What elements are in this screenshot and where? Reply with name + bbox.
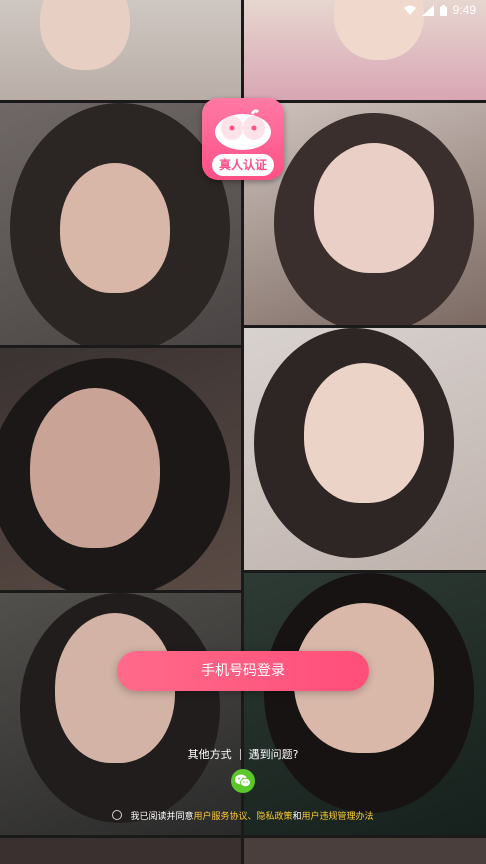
phone-login-button[interactable]: 手机号码登录	[117, 651, 369, 691]
profile-photo	[0, 593, 241, 835]
privacy-policy-link[interactable]: 隐私政策	[257, 809, 293, 822]
profile-photo	[0, 838, 241, 864]
profile-photo	[0, 0, 241, 100]
logo-label: 真人认证	[212, 154, 274, 176]
app-logo: 真人认证	[202, 98, 284, 180]
signal-icon	[421, 4, 434, 16]
help-link[interactable]: 遇到问题?	[249, 746, 299, 762]
profile-photo	[244, 328, 486, 570]
chat-bubble-icon	[215, 109, 271, 150]
wechat-login-button[interactable]	[231, 769, 255, 793]
conduct-rules-link[interactable]: 用户违规管理办法	[302, 809, 374, 822]
battery-icon	[439, 4, 447, 16]
wechat-icon	[235, 774, 251, 788]
user-agreement-link[interactable]: 用户服务协议	[193, 809, 247, 822]
divider	[239, 748, 241, 760]
profile-photo	[244, 573, 486, 835]
status-time: 9:49	[452, 3, 476, 17]
agreement-row: 我已阅读并同意 用户服务协议 、 隐私政策 和 用户违规管理办法	[0, 808, 486, 822]
separator: 、	[247, 811, 257, 822]
other-methods-link[interactable]: 其他方式	[188, 746, 232, 762]
profile-photo	[0, 348, 241, 590]
other-options-row: 其他方式 遇到问题?	[0, 746, 486, 762]
and-text: 和	[292, 811, 302, 822]
agree-checkbox[interactable]	[112, 810, 123, 820]
wifi-icon	[403, 5, 416, 16]
status-bar: 9:49	[403, 0, 476, 20]
profile-photo	[244, 838, 486, 864]
agreement-prefix: 我已阅读并同意	[130, 811, 194, 822]
